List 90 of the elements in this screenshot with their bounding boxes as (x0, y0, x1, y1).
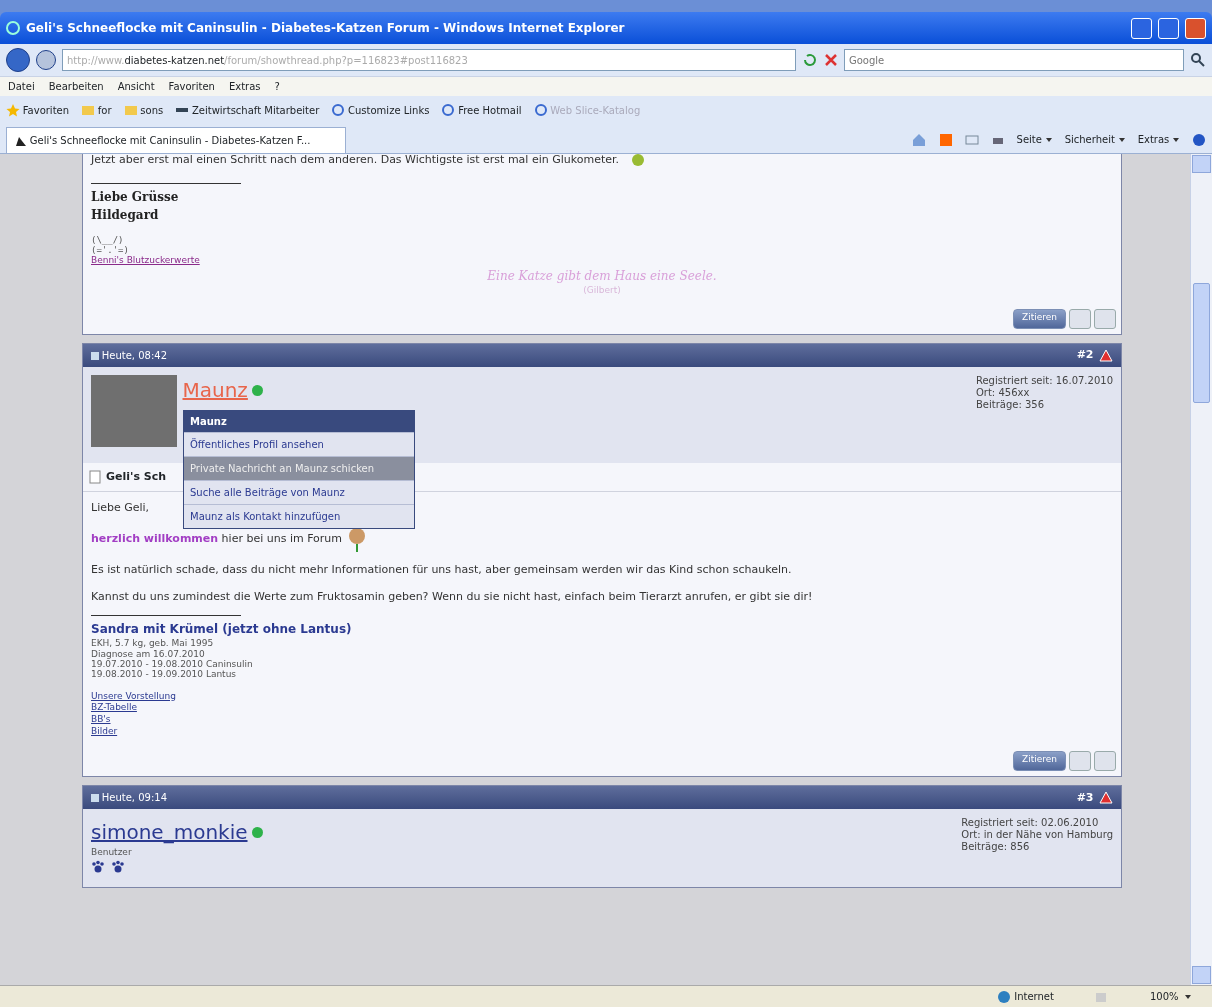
maximize-button[interactable] (1158, 17, 1179, 39)
signature-text: Diagnose am 16.07.2010 (91, 648, 206, 659)
refresh-icon[interactable] (802, 52, 818, 68)
favorites-link[interactable]: Customize Links (331, 102, 430, 118)
caret-icon (1044, 136, 1053, 143)
feed-icon[interactable] (938, 132, 953, 147)
favorites-button[interactable]: Favoriten (6, 102, 70, 118)
star-icon (6, 103, 20, 117)
back-button[interactable] (6, 48, 30, 72)
paw-icon (91, 860, 105, 874)
folder-icon (123, 103, 138, 117)
post-date: Heute, 08:42 (101, 349, 167, 364)
edit-button[interactable] (1093, 308, 1116, 329)
favorites-link[interactable]: for (81, 102, 112, 118)
user-info-text: Ort: in der Nähe von Hamburg (961, 829, 1113, 842)
user-info-text: Beiträge: 856 (961, 841, 1031, 854)
user-rank: Benutzer (91, 847, 133, 858)
post-title: Geli's Sch (106, 468, 167, 485)
signature-text: 19.08.2010 - 19.09.2010 Lantus (91, 669, 238, 680)
ascii-art: (='.'=) (91, 244, 130, 256)
warning-icon[interactable] (1099, 791, 1113, 805)
browser-logo-icon (6, 21, 20, 35)
signature-link[interactable]: Unsere Vorstellung (91, 690, 1113, 703)
post-text: Liebe Geli, (91, 500, 150, 514)
menu-item[interactable]: Datei (8, 79, 35, 94)
window-title: Geli's Schneeflocke mit Caninsulin - Diabetes-Katzen Forum - Windows Internet Explorer (26, 20, 626, 37)
popup-menu-item[interactable]: Maunz als Kontakt hinzufügen (184, 504, 414, 529)
multi-quote-button[interactable] (1068, 308, 1091, 329)
signature-title: Sandra mit Krümel (jetzt ohne Lantus) (91, 621, 353, 639)
signature-text: EKH, 5.7 kg, geb. Mai 1995 (91, 638, 215, 649)
search-field[interactable]: Google (844, 49, 1184, 71)
post-number[interactable]: #2 (1076, 347, 1094, 364)
post-date: Heute, 09:14 (101, 791, 167, 806)
caret-icon (1172, 136, 1180, 143)
search-icon[interactable] (1190, 52, 1206, 68)
user-info-text: Registriert seit: 16.07.2010 (975, 375, 1113, 388)
favorites-link[interactable]: Zeitwirtschaft Mitarbeiter (175, 102, 320, 118)
forward-button[interactable] (36, 50, 56, 70)
post-icon (91, 793, 99, 802)
post-icon (91, 351, 99, 360)
browser-tab[interactable]: Geli's Schneeflocke mit Caninsulin - Diabetes-Katzen F... (6, 127, 346, 153)
user-info-text: Registriert seit: 02.06.2010 (961, 817, 1100, 830)
menu-item[interactable]: Ansicht (117, 79, 155, 94)
minimize-button[interactable] (1131, 17, 1152, 39)
popup-menu-item[interactable]: Suche alle Beiträge von Maunz (184, 480, 414, 505)
signature-text: Liebe Grüsse (91, 188, 180, 206)
post-text: Es ist natürlich schade, dass du nicht mehr Informationen für uns hast, aber gemeinsam werden wir das Kind schon schaukeln. (91, 563, 792, 577)
paw-icon (110, 860, 125, 874)
username-link[interactable]: simone_monkie (91, 817, 248, 848)
signature-link[interactable]: Bilder (91, 725, 1113, 738)
folder-icon (81, 103, 96, 117)
home-icon[interactable] (910, 132, 927, 147)
signature-text: Hildegard (91, 206, 160, 224)
quote-source: (Gilbert) (582, 284, 622, 296)
address-field[interactable]: http://www.diabetes-katzen.net/forum/showthread.php?p=116823#post116823 (62, 49, 796, 71)
toolbar-menu[interactable]: Extras (1137, 132, 1180, 147)
signature-link[interactable]: BZ-Tabelle (91, 702, 1113, 714)
user-info-text: Ort: 456xx (975, 387, 1031, 400)
scroll-down-button[interactable] (1192, 966, 1211, 984)
signature-text: 19.07.2010 - 19.08.2010 Caninsulin (91, 658, 254, 670)
stop-icon[interactable] (824, 53, 838, 67)
menu-item[interactable]: Extras (228, 79, 261, 94)
post-text: Jetzt aber erst mal einen Schritt nach dem anderen. Das Wichtigste ist erst mal ein Glukometer. (91, 154, 620, 168)
multi-quote-button[interactable] (1068, 750, 1091, 771)
post-text: Kannst du uns zumindest die Werte zum Fruktosamin geben? Wenn du sie nicht hast, einfach beim Tierarzt anrufen, er gibt sie dir! (91, 589, 813, 603)
security-zone: Internet (997, 989, 1054, 1004)
caret-icon (1184, 993, 1192, 1000)
edit-button[interactable] (1093, 750, 1116, 771)
popup-title: Maunz (184, 411, 414, 433)
scrollbar-thumb[interactable] (1193, 283, 1210, 403)
post-number[interactable]: #3 (1076, 789, 1094, 807)
ascii-art: (\__/) (91, 234, 125, 245)
favorites-link[interactable]: Free Hotmail (441, 102, 522, 118)
signature-link[interactable]: Benni's Blutzuckerwerte (91, 255, 1113, 267)
warning-icon[interactable] (1099, 349, 1113, 363)
zoom-button[interactable]: 100% (1149, 989, 1192, 1004)
caret-icon (1117, 136, 1126, 143)
menu-item[interactable]: Favoriten (168, 79, 215, 94)
quote-text: Eine Katze gibt dem Haus eine Seele. (486, 267, 718, 285)
scroll-up-button[interactable] (1192, 155, 1211, 173)
post-text: herzlich willkommen hier bei uns im Forum (91, 530, 343, 547)
menu-item[interactable]: ? (274, 79, 280, 94)
toolbar-menu[interactable]: Seite (1016, 132, 1053, 147)
document-icon (88, 469, 101, 484)
user-info-text: Beiträge: 356 (975, 399, 1046, 412)
menu-item[interactable]: Bearbeiten (48, 79, 104, 94)
toolbar-menu[interactable]: Sicherheit (1064, 132, 1126, 147)
close-button[interactable] (1185, 17, 1206, 39)
signature-link[interactable]: BB's (91, 713, 1113, 726)
favorites-link[interactable]: sons (123, 102, 164, 118)
